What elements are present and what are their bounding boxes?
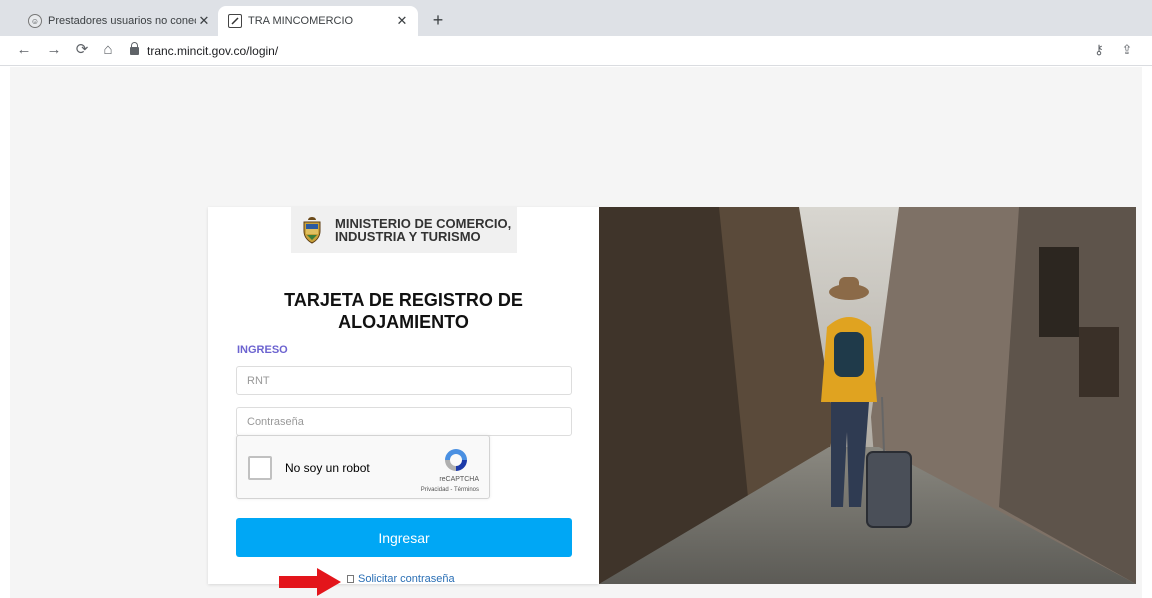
missing-glyph-icon <box>347 575 354 583</box>
new-tab-button[interactable]: + <box>428 10 448 31</box>
page-title: TARJETA DE REGISTRO DE ALOJAMIENTO <box>208 289 599 333</box>
back-icon[interactable]: ← <box>14 40 34 60</box>
recaptcha-checkbox[interactable] <box>248 456 272 480</box>
reload-icon[interactable]: ⟳ <box>72 40 92 60</box>
browser-tab-strip: ☺ Prestadores usuarios no conectados ✕ T… <box>0 0 1152 36</box>
tab-tra-mincomercio[interactable]: TRA MINCOMERCIO ✕ <box>218 6 418 36</box>
close-tab-icon[interactable]: ✕ <box>196 13 212 29</box>
rnt-input[interactable] <box>236 366 572 395</box>
traveler-alley-photo <box>599 207 1136 584</box>
recaptcha-widget: No soy un robot reCAPTCHA Privacidad - T… <box>236 435 490 499</box>
recaptcha-label: No soy un robot <box>285 461 370 475</box>
address-bar[interactable]: tranc.mincit.gov.co/login/ <box>130 41 1110 61</box>
section-label: INGRESO <box>237 344 288 356</box>
request-password-link[interactable]: Solicitar contraseña <box>347 573 455 585</box>
tab-title: TRA MINCOMERCIO <box>248 15 354 27</box>
tab-prestadores[interactable]: ☺ Prestadores usuarios no conectados ✕ <box>20 6 220 36</box>
recaptcha-privacy-links[interactable]: Privacidad - Términos <box>421 487 479 493</box>
recaptcha-logo-icon <box>445 449 467 471</box>
url-text: tranc.mincit.gov.co/login/ <box>147 44 279 58</box>
browser-toolbar: ← → ⟳ ⌂ tranc.mincit.gov.co/login/ ⚷ ⇪ <box>0 36 1152 66</box>
page-title-line1: TARJETA DE REGISTRO DE <box>284 290 523 310</box>
ingresar-button[interactable]: Ingresar <box>236 518 572 557</box>
page-title-line2: ALOJAMIENTO <box>338 312 469 332</box>
password-input[interactable] <box>236 407 572 436</box>
ministry-name-line2: INDUSTRIA Y TURISMO <box>335 229 481 244</box>
site-favicon-icon <box>228 14 242 28</box>
login-panel: MINISTERIO DE COMERCIO, INDUSTRIA Y TURI… <box>208 207 599 585</box>
forward-icon[interactable]: → <box>44 40 64 60</box>
close-tab-icon[interactable]: ✕ <box>394 13 410 29</box>
coat-of-arms-icon <box>303 217 321 244</box>
tab-title: Prestadores usuarios no conectados <box>48 15 196 27</box>
request-password-label: Solicitar contraseña <box>358 573 455 585</box>
share-icon[interactable]: ⇪ <box>1118 42 1136 58</box>
ministry-logo: MINISTERIO DE COMERCIO, INDUSTRIA Y TURI… <box>291 207 517 253</box>
red-arrow-icon <box>279 568 341 596</box>
key-icon[interactable]: ⚷ <box>1090 42 1108 58</box>
site-favicon-icon: ☺ <box>28 14 42 28</box>
home-icon[interactable]: ⌂ <box>98 40 118 60</box>
lock-icon <box>130 42 139 55</box>
recaptcha-brand: reCAPTCHA <box>439 476 479 483</box>
